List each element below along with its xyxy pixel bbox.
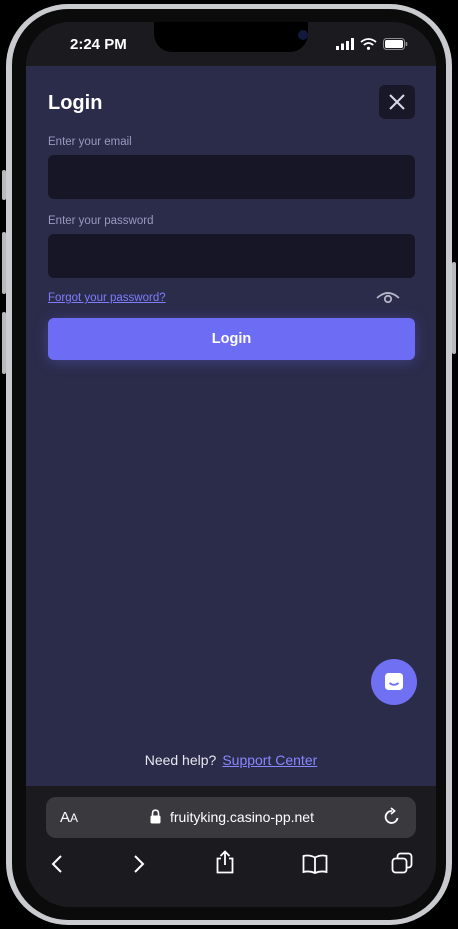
email-field[interactable]	[48, 155, 415, 199]
login-page: Login Enter your email Enter your passwo…	[26, 66, 436, 786]
signal-icon	[336, 38, 354, 50]
bookmarks-icon[interactable]	[302, 854, 328, 874]
chat-icon	[385, 673, 403, 690]
password-label: Enter your password	[48, 215, 154, 227]
browser-toolbar: AA fruityking.casino-pp.net	[26, 786, 436, 907]
notch	[154, 22, 308, 52]
eye-icon[interactable]	[376, 290, 400, 306]
aa-small-letter: A	[70, 811, 79, 825]
status-icons	[336, 38, 408, 50]
tabs-icon[interactable]	[391, 852, 413, 874]
side-button-power	[452, 262, 456, 354]
phone-screen: 2:24 PM Login Enter your email Enter you…	[26, 22, 436, 907]
support-center-link[interactable]: Support Center	[222, 752, 317, 768]
forward-icon[interactable]	[132, 854, 146, 874]
status-bar: 2:24 PM	[26, 22, 436, 66]
reader-aa-button[interactable]: AA	[60, 809, 78, 826]
password-field[interactable]	[48, 234, 415, 278]
close-button[interactable]	[379, 85, 415, 119]
battery-icon	[383, 38, 408, 50]
side-button-mute	[2, 170, 6, 200]
help-text: Need help?	[144, 752, 217, 768]
close-icon	[389, 94, 405, 110]
back-icon[interactable]	[50, 854, 64, 874]
wifi-icon	[360, 38, 377, 50]
email-label: Enter your email	[48, 136, 132, 148]
status-time: 2:24 PM	[70, 36, 127, 53]
forgot-password-link[interactable]: Forgot your password?	[48, 292, 166, 304]
share-icon[interactable]	[215, 850, 235, 874]
reload-icon[interactable]	[382, 807, 402, 827]
address-bar[interactable]: AA fruityking.casino-pp.net	[46, 797, 416, 838]
chat-button[interactable]	[371, 659, 417, 705]
help-row: Need help? Support Center	[26, 752, 436, 768]
lock-icon	[150, 809, 161, 824]
side-button-volume-up	[2, 232, 6, 294]
camera-icon	[298, 30, 308, 40]
page-title: Login	[48, 92, 103, 114]
side-button-volume-down	[2, 312, 6, 374]
url-text: fruityking.casino-pp.net	[170, 809, 314, 825]
aa-large-letter: A	[60, 809, 71, 826]
login-button[interactable]: Login	[48, 318, 415, 360]
